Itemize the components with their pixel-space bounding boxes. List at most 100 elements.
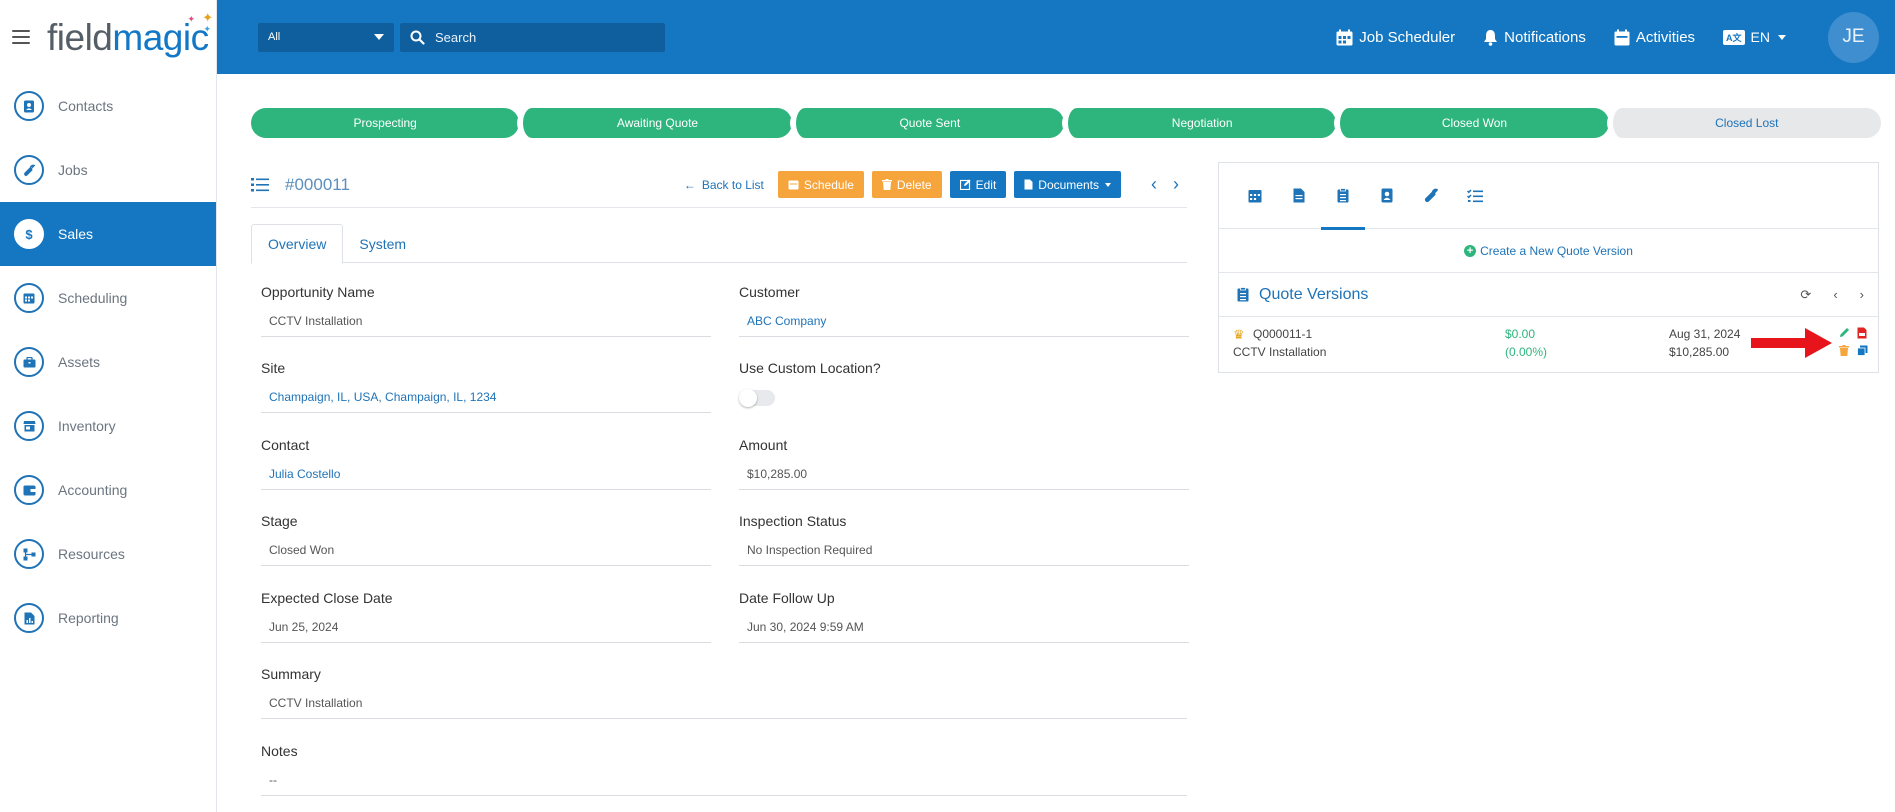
logo-text-field: field (47, 16, 113, 58)
back-to-list-link[interactable]: ← Back to List (684, 178, 764, 192)
contact-link[interactable]: Julia Costello (261, 467, 711, 490)
sidebar-item-label: Jobs (58, 162, 88, 178)
create-quote-version-label: Create a New Quote Version (1480, 243, 1633, 258)
trash-icon[interactable] (1839, 345, 1849, 359)
next-record-icon[interactable]: › (1173, 174, 1179, 195)
quote-number[interactable]: Q000011-1 (1253, 327, 1312, 341)
panel-tab-jobs[interactable] (1409, 163, 1453, 229)
panel-tab-contact[interactable] (1365, 163, 1409, 229)
activities-link[interactable]: Activities (1614, 29, 1695, 46)
sidebar-item-label: Scheduling (58, 290, 128, 306)
delete-button[interactable]: Delete (871, 171, 942, 198)
quote-versions-tools: ⟳ ‹ › (1778, 287, 1864, 303)
customer-field: Customer ABC Company (739, 284, 1189, 337)
search-input[interactable] (435, 29, 655, 45)
field-value: No Inspection Required (739, 543, 1189, 566)
amount-field: Amount $10,285.00 (739, 437, 1189, 490)
record-actions: ← Back to List Schedule Delete Edit Docu… (684, 171, 1187, 198)
sidebar-item-reporting[interactable]: Reporting (0, 586, 216, 650)
site-link[interactable]: Champaign, IL, USA, Champaign, IL, 1234 (261, 390, 711, 413)
trash-icon (881, 179, 892, 190)
panel-tab-quotes[interactable] (1321, 163, 1365, 230)
sidebar-item-contacts[interactable]: Contacts (0, 74, 216, 138)
sidebar-item-label: Contacts (58, 98, 114, 114)
report-icon (14, 603, 44, 633)
language-select[interactable]: A文 EN (1723, 29, 1786, 45)
field-value: $10,285.00 (739, 467, 1189, 490)
global-search[interactable] (400, 22, 665, 52)
red-arrow-icon (1751, 328, 1832, 358)
field-label: Expected Close Date (261, 590, 393, 606)
schedule-button[interactable]: Schedule (777, 171, 864, 198)
stage-awaiting-quote[interactable]: Awaiting Quote (517, 108, 792, 138)
sidebar-item-jobs[interactable]: Jobs (0, 138, 216, 202)
stage-closed-lost[interactable]: Closed Lost (1606, 108, 1881, 138)
sidebar-item-inventory[interactable]: Inventory (0, 394, 216, 458)
list-icon[interactable] (251, 177, 269, 193)
brand-bar: fieldmagic ✦ ✦ ✦ (0, 0, 216, 74)
copy-icon[interactable] (1857, 345, 1868, 359)
field-label: Stage (261, 513, 298, 529)
quote-name: CCTV Installation (1233, 345, 1327, 359)
crown-icon: ♛ (1233, 327, 1245, 342)
sidebar-item-resources[interactable]: Resources (0, 522, 216, 586)
sidebar-item-label: Reporting (58, 610, 119, 626)
network-icon (14, 539, 44, 569)
pencil-icon[interactable] (1839, 327, 1850, 341)
stage-closed-won[interactable]: Closed Won (1334, 108, 1609, 138)
opportunity-name-field: Opportunity Name CCTV Installation (261, 284, 711, 337)
sparkle-icon: ✦ (203, 23, 212, 34)
clipboard-icon (1237, 287, 1249, 302)
field-label: Date Follow Up (739, 590, 835, 606)
stage-quote-sent[interactable]: Quote Sent (789, 108, 1064, 138)
clipboard-icon (1337, 188, 1349, 203)
refresh-icon[interactable]: ⟳ (1800, 287, 1811, 303)
create-quote-version-link[interactable]: + Create a New Quote Version (1219, 229, 1878, 273)
date-follow-up-field: Date Follow Up Jun 30, 2024 9:59 AM (739, 590, 1189, 643)
menu-icon[interactable] (12, 30, 30, 44)
logo[interactable]: fieldmagic ✦ ✦ ✦ (47, 11, 213, 58)
custom-location-toggle[interactable] (739, 389, 775, 407)
caret-down-icon (374, 34, 384, 40)
field-label: Summary (261, 666, 321, 682)
sidebar-item-assets[interactable]: Assets (0, 330, 216, 394)
sidebar-item-scheduling[interactable]: Scheduling (0, 266, 216, 330)
notifications-link[interactable]: Notifications (1483, 29, 1586, 46)
next-icon[interactable]: › (1860, 287, 1864, 302)
panel-tab-document[interactable] (1277, 163, 1321, 229)
panel-tab-checklist[interactable] (1453, 163, 1497, 229)
custom-location-field: Use Custom Location? (739, 360, 1189, 407)
field-label: Use Custom Location? (739, 360, 881, 376)
sidebar-item-sales[interactable]: $ Sales (0, 202, 216, 266)
expected-close-date-field: Expected Close Date Jun 25, 2024 (261, 590, 711, 643)
job-scheduler-link[interactable]: Job Scheduler (1336, 29, 1455, 46)
sidebar-item-accounting[interactable]: Accounting (0, 458, 216, 522)
documents-button[interactable]: Documents (1014, 171, 1121, 198)
top-bar: All Job Scheduler Notifications Activiti… (217, 0, 1895, 74)
tab-overview[interactable]: Overview (251, 224, 344, 264)
tab-system[interactable]: System (343, 224, 422, 263)
customer-link[interactable]: ABC Company (739, 314, 1189, 337)
contact-field: Contact Julia Costello (261, 437, 711, 490)
search-scope-select[interactable]: All (258, 22, 394, 52)
delete-label: Delete (896, 177, 932, 192)
wallet-icon (14, 475, 44, 505)
previous-record-icon[interactable]: ‹ (1151, 174, 1157, 195)
stage-prospecting[interactable]: Prospecting (251, 108, 520, 138)
stage-negotiation[interactable]: Negotiation (1061, 108, 1337, 138)
previous-icon[interactable]: ‹ (1833, 287, 1837, 302)
quote-amount: $0.00 (1505, 327, 1536, 341)
calendar-icon (1614, 29, 1630, 45)
sidebar-item-label: Resources (58, 546, 125, 562)
user-avatar[interactable]: JE (1828, 11, 1879, 63)
panel-tab-calendar[interactable] (1233, 163, 1277, 229)
sparkle-icon: ✦ (202, 9, 213, 25)
search-icon (410, 30, 425, 45)
pdf-icon[interactable] (1857, 327, 1867, 342)
sidebar-nav: Contacts Jobs $ Sales Scheduling Assets (0, 74, 216, 650)
field-value: Jun 30, 2024 9:59 AM (739, 620, 1189, 643)
field-label: Customer (739, 284, 800, 300)
bell-icon (1484, 29, 1498, 46)
edit-button[interactable]: Edit (949, 171, 1007, 198)
caret-down-icon (1778, 34, 1786, 40)
